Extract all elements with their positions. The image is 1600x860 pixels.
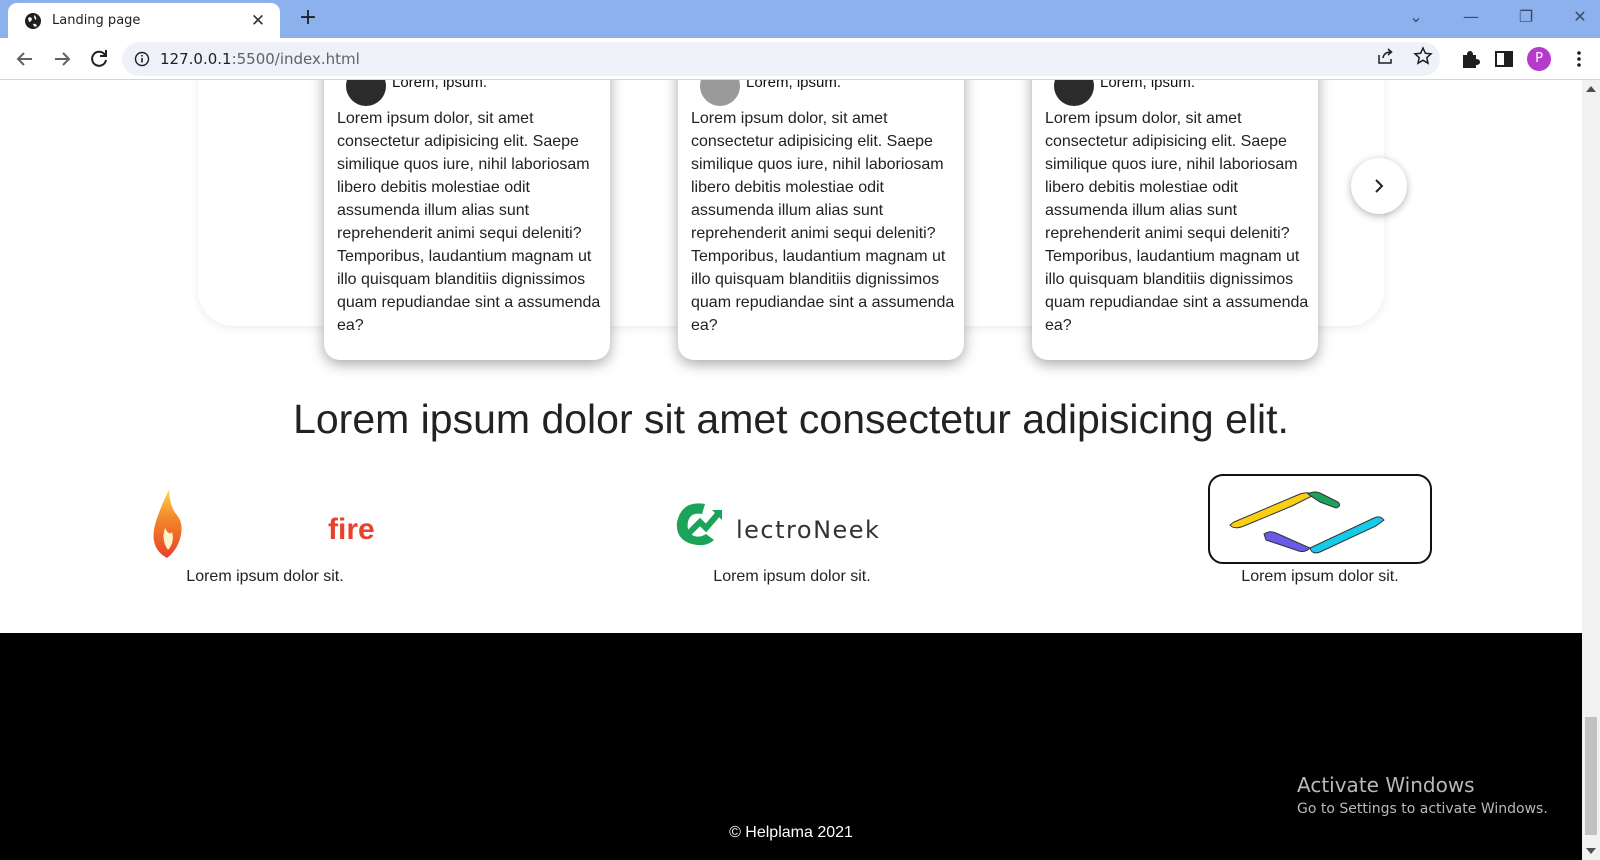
tab-title: Landing page bbox=[52, 13, 141, 28]
footer-copyright: © Helplama 2021 bbox=[729, 824, 853, 841]
testimonial-text: Lorem ipsum dolor, sit amet consectetur … bbox=[691, 110, 955, 334]
new-tab-button[interactable]: + bbox=[296, 7, 320, 31]
forward-icon[interactable] bbox=[50, 47, 74, 71]
testimonial-card: Lorem, ipsum. Lorem ipsum dolor, sit ame… bbox=[1032, 80, 1318, 360]
brand-caption: Lorem ipsum dolor sit. bbox=[186, 568, 344, 585]
brand-caption: Lorem ipsum dolor sit. bbox=[713, 568, 871, 585]
restore-icon[interactable]: ❐ bbox=[1513, 7, 1539, 29]
chevron-right-icon bbox=[1375, 179, 1384, 193]
electroneek-logo-text: lectroNeek bbox=[736, 516, 880, 544]
browser-tab-bar: Landing page ✕ + ⌄ — ❐ ✕ bbox=[0, 0, 1600, 38]
scroll-up-arrow-icon[interactable] bbox=[1586, 86, 1596, 92]
browser-tab[interactable]: Landing page ✕ bbox=[8, 3, 280, 38]
testimonial-text: Lorem ipsum dolor, sit amet consectetur … bbox=[1045, 110, 1309, 334]
fire-logo: fire bbox=[153, 490, 375, 558]
tab-close-icon[interactable]: ✕ bbox=[248, 11, 268, 31]
url-text: 127.0.0.1:5500/index.html bbox=[160, 50, 360, 68]
scroll-down-arrow-icon[interactable] bbox=[1586, 848, 1596, 854]
carousel-next-button[interactable] bbox=[1351, 158, 1407, 214]
globe-icon bbox=[25, 12, 41, 29]
testimonial-name: Lorem, ipsum. bbox=[1100, 80, 1196, 91]
watermark-title: Activate Windows bbox=[1297, 773, 1475, 797]
testimonial-text: Lorem ipsum dolor, sit amet consectetur … bbox=[337, 110, 601, 334]
side-panel-icon[interactable] bbox=[1493, 48, 1515, 70]
fire-logo-text: fire bbox=[328, 513, 375, 546]
browser-toolbar: 127.0.0.1:5500/index.html P bbox=[0, 38, 1600, 80]
url-host: 127.0.0.1 bbox=[160, 50, 232, 68]
windows-activation-watermark: Activate Windows Go to Settings to activ… bbox=[1297, 773, 1587, 817]
minimize-icon[interactable]: — bbox=[1458, 7, 1484, 29]
testimonial-avatar bbox=[1054, 80, 1094, 106]
stripes-logo bbox=[1208, 474, 1432, 564]
extensions-icon[interactable] bbox=[1459, 48, 1481, 70]
reload-icon[interactable] bbox=[87, 47, 111, 71]
page-footer: © Helplama 2021 bbox=[0, 633, 1582, 860]
profile-avatar[interactable]: P bbox=[1527, 47, 1551, 71]
share-icon[interactable] bbox=[1376, 46, 1396, 66]
brand-caption: Lorem ipsum dolor sit. bbox=[1241, 568, 1399, 585]
window-close-icon[interactable]: ✕ bbox=[1567, 7, 1593, 29]
page-scrollbar[interactable] bbox=[1582, 80, 1600, 860]
testimonial-card: Lorem, ipsum. Lorem ipsum dolor, sit ame… bbox=[324, 80, 610, 360]
testimonial-card: Lorem, ipsum. Lorem ipsum dolor, sit ame… bbox=[678, 80, 964, 360]
testimonial-avatar bbox=[700, 80, 740, 106]
partners-headline: Lorem ipsum dolor sit amet consectetur a… bbox=[293, 396, 1289, 442]
page-viewport: Lorem, ipsum. Lorem ipsum dolor, sit ame… bbox=[0, 80, 1582, 860]
testimonial-avatar bbox=[346, 80, 386, 106]
back-icon[interactable] bbox=[13, 47, 37, 71]
browser-menu-icon[interactable] bbox=[1574, 48, 1584, 70]
site-info-icon[interactable] bbox=[134, 51, 150, 67]
electroneek-logo: lectroNeek bbox=[676, 503, 880, 546]
testimonial-name: Lorem, ipsum. bbox=[392, 80, 488, 91]
watermark-subtitle: Go to Settings to activate Windows. bbox=[1297, 801, 1548, 817]
tab-search-icon[interactable]: ⌄ bbox=[1403, 7, 1429, 29]
url-path: :5500/index.html bbox=[231, 50, 360, 68]
address-bar[interactable]: 127.0.0.1:5500/index.html bbox=[122, 42, 1440, 76]
bookmark-star-icon[interactable] bbox=[1413, 46, 1433, 66]
testimonial-name: Lorem, ipsum. bbox=[746, 80, 842, 91]
